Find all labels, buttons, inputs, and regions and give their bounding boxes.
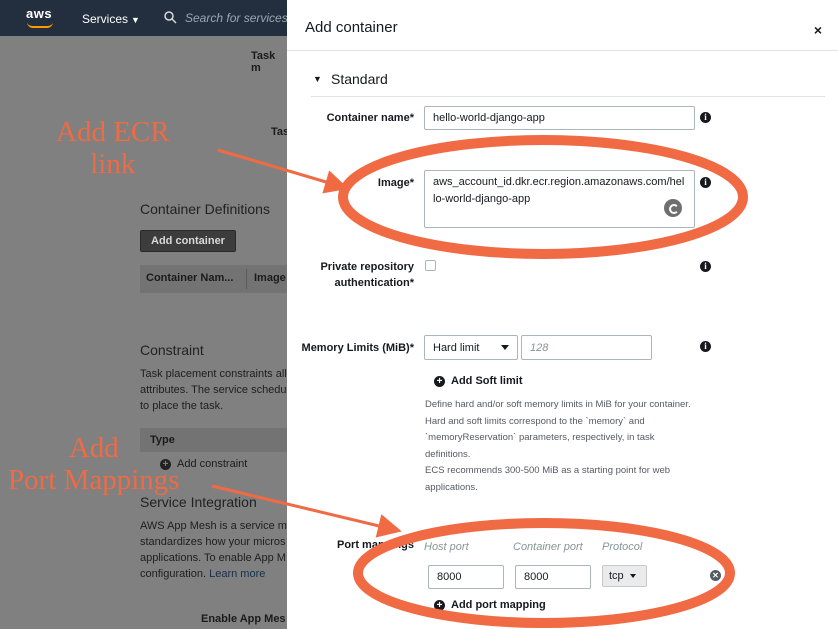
add-port-mapping-label: Add port mapping xyxy=(451,599,546,611)
image-input[interactable]: aws_account_id.dkr.ecr.region.amazonaws.… xyxy=(424,170,695,228)
image-label: Image* xyxy=(377,177,414,189)
private-repo-auth-checkbox[interactable] xyxy=(425,260,436,271)
task-field-label: Task m xyxy=(251,50,276,74)
info-icon[interactable]: i xyxy=(700,341,711,352)
constraint-description: Task placement constraints all attribute… xyxy=(140,368,287,412)
memory-limits-help: Define hard and/or soft memory limits in… xyxy=(425,397,715,496)
container-definitions-title: Container Definitions xyxy=(140,201,270,217)
services-label: Services xyxy=(82,12,129,26)
container-name-input[interactable]: hello-world-django-app xyxy=(424,106,695,130)
host-port-value: 8000 xyxy=(437,571,462,583)
info-icon[interactable]: i xyxy=(700,112,711,123)
add-soft-limit-label: Add Soft limit xyxy=(451,375,523,387)
plus-icon: + xyxy=(434,375,445,387)
service-integration-title: Service Integration xyxy=(140,494,257,510)
header-divider xyxy=(287,50,838,51)
add-constraint-label: Add constraint xyxy=(177,458,248,470)
remove-port-mapping-icon[interactable]: ✕ xyxy=(710,570,721,581)
protocol-value: tcp xyxy=(609,570,624,582)
table-header: Container Nam... Image xyxy=(140,265,287,293)
task-field-label: Tas xyxy=(271,126,287,138)
section-divider xyxy=(311,96,825,97)
private-repo-auth-label: Private repository authentication* xyxy=(320,261,414,289)
grammarly-icon[interactable] xyxy=(664,199,682,217)
constraint-title: Constraint xyxy=(140,342,204,358)
search-icon xyxy=(164,11,177,24)
help-line: applications. xyxy=(425,481,478,493)
table-col-container-name[interactable]: Container Nam... xyxy=(146,272,233,284)
column-divider xyxy=(246,269,247,289)
annotation-text-ports: Add Port Mappings xyxy=(8,432,180,496)
help-line: ECS recommends 300-500 MiB as a starting… xyxy=(425,465,671,476)
panel-title: Add container xyxy=(305,19,398,36)
host-port-header: Host port xyxy=(424,541,469,553)
plus-icon: + xyxy=(434,599,445,611)
host-port-input[interactable]: 8000 xyxy=(428,565,504,589)
help-line: `memoryReservation` parameters, respecti… xyxy=(425,432,655,443)
service-integration-description: AWS App Mesh is a service m standardizes… xyxy=(140,518,287,582)
protocol-header: Protocol xyxy=(602,541,643,553)
annotation-line: Port Mappings xyxy=(8,464,180,496)
info-icon[interactable]: i xyxy=(700,177,711,188)
add-soft-limit-button[interactable]: + Add Soft limit xyxy=(434,375,523,387)
services-menu[interactable]: Services ▼ xyxy=(82,12,140,26)
container-name-value: hello-world-django-app xyxy=(433,112,545,124)
enable-app-mesh-label: Enable App Mes xyxy=(201,613,286,625)
container-name-label: Container name* xyxy=(326,112,414,124)
annotation-text-ecr: Add ECR link xyxy=(56,116,170,180)
aws-logo[interactable]: aws xyxy=(26,6,52,21)
memory-limit-placeholder: 128 xyxy=(530,341,549,354)
memory-limit-type-select[interactable]: Hard limit xyxy=(424,335,518,360)
memory-limits-label: Memory Limits (MiB)* xyxy=(301,342,414,354)
close-icon[interactable]: × xyxy=(814,22,822,38)
protocol-select[interactable]: tcp xyxy=(602,565,647,587)
container-port-header: Container port xyxy=(513,541,583,553)
help-line: Hard and soft limits correspond to the `… xyxy=(425,415,645,427)
add-container-panel: Add container × ▼ Standard Container nam… xyxy=(287,0,838,629)
container-port-value: 8000 xyxy=(524,571,549,583)
annotation-line: Add xyxy=(68,432,119,464)
collapse-caret-icon[interactable]: ▼ xyxy=(313,74,322,84)
memory-limit-input[interactable]: 128 xyxy=(521,335,652,360)
chevron-down-icon xyxy=(501,345,509,350)
aws-logo-smile-icon xyxy=(27,22,53,28)
table-col-image[interactable]: Image xyxy=(254,272,286,284)
caret-down-icon: ▼ xyxy=(131,15,140,25)
add-port-mapping-button[interactable]: + Add port mapping xyxy=(434,599,546,611)
chevron-down-icon xyxy=(629,574,636,578)
container-port-input[interactable]: 8000 xyxy=(515,565,591,589)
info-icon[interactable]: i xyxy=(700,261,711,272)
help-line: definitions. xyxy=(425,448,471,460)
help-line: Define hard and/or soft memory limits in… xyxy=(425,399,691,410)
add-container-button[interactable]: Add container xyxy=(140,230,236,252)
port-mappings-label: Port mappings xyxy=(336,539,414,551)
annotation-line: Add ECR xyxy=(56,116,170,148)
learn-more-link[interactable]: Learn more xyxy=(209,568,265,580)
section-title-standard[interactable]: Standard xyxy=(331,71,388,87)
annotation-line: link xyxy=(90,148,136,180)
image-value: aws_account_id.dkr.ecr.region.amazonaws.… xyxy=(433,176,685,205)
memory-limit-type-value: Hard limit xyxy=(433,341,480,354)
